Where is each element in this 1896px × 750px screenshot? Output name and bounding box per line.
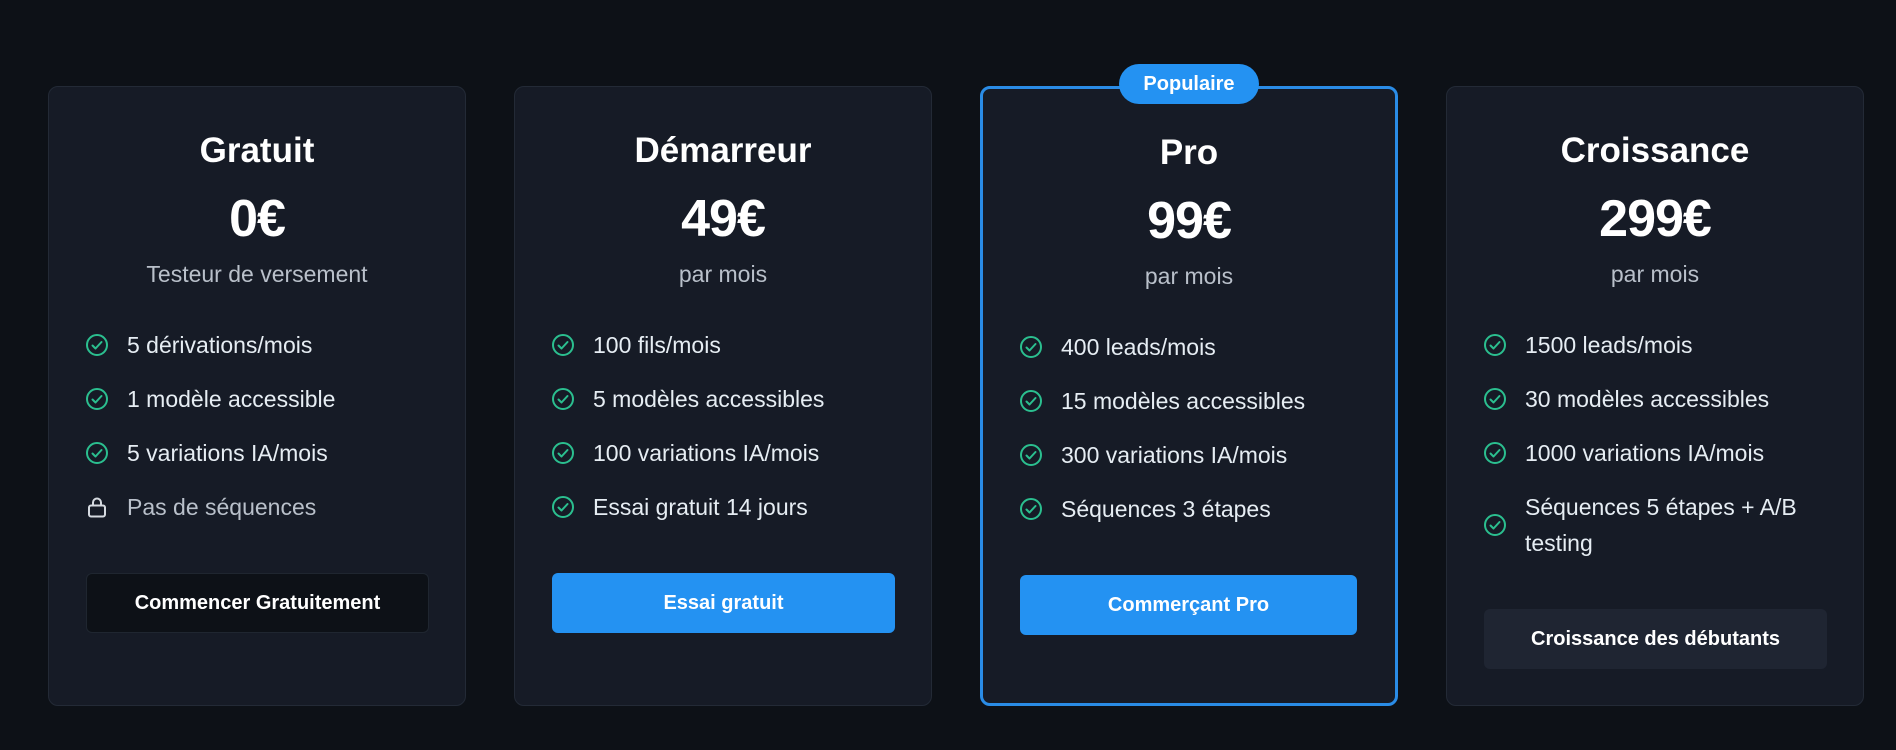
check-circle-icon — [85, 387, 109, 411]
check-circle-icon — [551, 441, 575, 465]
feature-item: 100 variations IA/mois — [551, 435, 911, 471]
feature-item: 5 variations IA/mois — [85, 435, 445, 471]
feature-label: 1000 variations IA/mois — [1525, 440, 1765, 466]
feature-label: 5 dérivations/mois — [127, 332, 313, 358]
lock-icon — [85, 495, 109, 519]
feature-label: 300 variations IA/mois — [1061, 442, 1288, 468]
feature-list: 100 fils/mois 5 modèles accessibles 100 … — [551, 327, 911, 525]
check-circle-icon — [1483, 441, 1507, 465]
plan-period: Testeur de versement — [146, 261, 368, 287]
feature-item: 1000 variations IA/mois — [1483, 435, 1827, 471]
start-free-button[interactable]: Commencer Gratuitement — [86, 573, 429, 633]
feature-label: 5 modèles accessibles — [593, 386, 825, 412]
plan-period: par mois — [1144, 263, 1234, 289]
feature-item: 400 leads/mois — [1019, 329, 1375, 365]
feature-label: 5 variations IA/mois — [127, 440, 328, 466]
plan-period: par mois — [678, 261, 768, 287]
feature-item: Pas de séquences — [85, 489, 445, 525]
check-circle-icon — [551, 333, 575, 357]
plan-card-demarreur: Démarreur 49€ par mois 100 fils/mois 5 m… — [514, 86, 932, 706]
plan-name: Gratuit — [199, 131, 315, 170]
feature-item: 1500 leads/mois — [1483, 327, 1827, 363]
feature-label: Pas de séquences — [127, 494, 317, 520]
feature-item: 5 modèles accessibles — [551, 381, 911, 417]
feature-item: 5 dérivations/mois — [85, 327, 445, 363]
check-circle-icon — [1019, 497, 1043, 521]
free-trial-button[interactable]: Essai gratuit — [552, 573, 895, 633]
plan-price: 99€ — [1147, 192, 1232, 250]
feature-label: 30 modèles accessibles — [1525, 386, 1770, 412]
check-circle-icon — [1019, 389, 1043, 413]
feature-item: 100 fils/mois — [551, 327, 911, 363]
feature-label: 1 modèle accessible — [127, 386, 336, 412]
check-circle-icon — [551, 387, 575, 411]
popular-badge: Populaire — [1119, 64, 1259, 104]
check-circle-icon — [1483, 513, 1507, 537]
check-circle-icon — [1019, 443, 1043, 467]
pro-button[interactable]: Commerçant Pro — [1020, 575, 1357, 635]
feature-item: Séquences 3 étapes — [1019, 491, 1375, 527]
plan-card-pro: Pro 99€ par mois 400 leads/mois 15 modèl… — [980, 86, 1398, 706]
feature-item: Séquences 5 étapes + A/B testing — [1483, 489, 1827, 561]
feature-label: 400 leads/mois — [1061, 334, 1216, 360]
growth-button[interactable]: Croissance des débutants — [1484, 609, 1827, 669]
feature-list: 5 dérivations/mois 1 modèle accessible 5… — [85, 327, 445, 525]
feature-item: Essai gratuit 14 jours — [551, 489, 911, 525]
plan-price: 299€ — [1599, 190, 1712, 248]
feature-label: 15 modèles accessibles — [1061, 388, 1306, 414]
check-circle-icon — [85, 333, 109, 357]
feature-label: Séquences 3 étapes — [1061, 496, 1271, 522]
feature-item: 300 variations IA/mois — [1019, 437, 1375, 473]
plan-name: Pro — [1159, 133, 1219, 172]
feature-list: 400 leads/mois 15 modèles accessibles 30… — [1019, 329, 1375, 527]
feature-label: 1500 leads/mois — [1525, 332, 1693, 358]
plan-card-gratuit: Gratuit 0€ Testeur de versement 5 dériva… — [48, 86, 466, 706]
check-circle-icon — [1483, 387, 1507, 411]
check-circle-icon — [1483, 333, 1507, 357]
plan-period: par mois — [1610, 261, 1700, 287]
check-circle-icon — [85, 441, 109, 465]
feature-item: 15 modèles accessibles — [1019, 383, 1375, 419]
plan-price: 0€ — [229, 190, 286, 248]
plan-price: 49€ — [681, 190, 766, 248]
pricing-section: Gratuit 0€ Testeur de versement 5 dériva… — [0, 0, 1896, 750]
plan-name: Démarreur — [634, 131, 812, 170]
feature-label: Essai gratuit 14 jours — [593, 494, 808, 520]
feature-label: Séquences 5 étapes + A/B testing — [1525, 494, 1797, 556]
feature-label: 100 variations IA/mois — [593, 440, 820, 466]
feature-label: 100 fils/mois — [593, 332, 721, 358]
plan-card-croissance: Croissance 299€ par mois 1500 leads/mois… — [1446, 86, 1864, 706]
check-circle-icon — [551, 495, 575, 519]
feature-item: 1 modèle accessible — [85, 381, 445, 417]
plan-name: Croissance — [1560, 131, 1750, 170]
check-circle-icon — [1019, 335, 1043, 359]
feature-list: 1500 leads/mois 30 modèles accessibles 1… — [1483, 327, 1827, 561]
feature-item: 30 modèles accessibles — [1483, 381, 1827, 417]
